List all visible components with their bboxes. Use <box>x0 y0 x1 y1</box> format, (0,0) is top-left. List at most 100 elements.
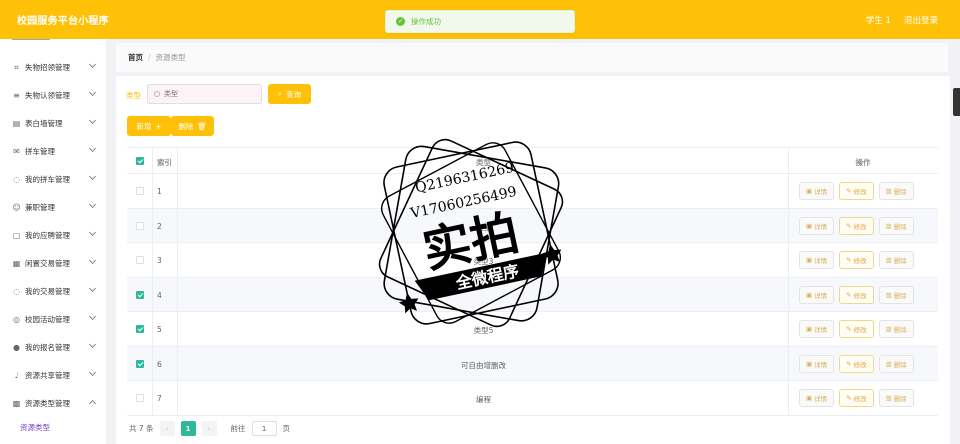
next-page-button[interactable]: › <box>201 421 217 436</box>
edit-button[interactable]: ✎ 修改 <box>839 354 874 373</box>
col-divider <box>788 243 789 277</box>
trash-icon: ▥ <box>885 359 892 368</box>
chevron-down-icon <box>88 256 97 265</box>
header-index: 索引 <box>157 158 172 167</box>
row-index: 4 <box>157 290 162 300</box>
sidebar-item-label: 兼职管理 <box>25 202 55 212</box>
row-checkbox[interactable] <box>136 256 144 264</box>
sidebar-item-parttime[interactable]: ☺ 兼职管理 <box>0 193 106 221</box>
trash-icon: ▥ <box>885 290 892 299</box>
remove-button[interactable]: ▥ 删除 <box>878 182 914 200</box>
row-checkbox[interactable] <box>136 290 144 299</box>
col-divider <box>152 208 153 242</box>
remove-button[interactable]: ▥ 删除 <box>878 251 914 269</box>
row-checkbox[interactable] <box>136 187 144 195</box>
row-checkbox[interactable] <box>136 221 144 230</box>
table-row: 4 ▣ 详情 ✎ 修改 ▥ 删除 <box>127 277 938 312</box>
sidebar-item-label: 我的应聘管理 <box>25 230 70 240</box>
side-drawer-handle[interactable] <box>953 88 960 116</box>
sidebar-item-resource-type[interactable]: ▩ 资源类型管理 <box>0 389 106 417</box>
add-button[interactable]: 新增 + <box>127 116 171 136</box>
sidebar-item-lost-found[interactable]: ⌗ 失物招领管理 <box>0 53 106 81</box>
pagination: 共 7 条 ‹ 1 › 前往 页 <box>129 421 290 436</box>
sidebar-item-my-signup[interactable]: ● 我的报名管理 <box>0 333 106 361</box>
remove-button[interactable]: ▥ 删除 <box>878 320 914 338</box>
sidebar-subitem-resource-type[interactable]: 资源类型 <box>0 416 106 438</box>
edit-label: 修改 <box>853 360 867 369</box>
apps-icon: ▩ <box>12 398 21 408</box>
detail-button[interactable]: ▣ 详情 <box>799 354 835 373</box>
sidebar-item-campus-activity[interactable]: ◎ 校园活动管理 <box>0 305 106 333</box>
table-row: 3 类型3 ▣ 详情 ✎ 修改 ▥ 删除 <box>127 243 938 278</box>
edit-button[interactable]: ✎ 修改 <box>839 182 874 200</box>
search-field[interactable] <box>147 84 262 104</box>
detail-button[interactable]: ▣ 详情 <box>799 251 835 269</box>
remove-button[interactable]: ▥ 删除 <box>878 389 914 407</box>
col-divider <box>152 312 153 346</box>
sidebar-item-idle-trade[interactable]: ▦ 闲置交易管理 <box>0 249 106 277</box>
sidebar-item-my-application[interactable]: ▢ 我的应聘管理 <box>0 221 106 249</box>
detail-button[interactable]: ▣ 详情 <box>799 285 835 304</box>
remove-button[interactable]: ▥ 删除 <box>878 216 914 235</box>
goto-page-input[interactable] <box>251 421 277 436</box>
edit-button[interactable]: ✎ 修改 <box>839 389 874 407</box>
row-type: 类型 <box>476 222 491 232</box>
edit-label: 修改 <box>853 222 867 231</box>
sidebar-item-confession[interactable]: ▤ 表白墙管理 <box>0 109 106 137</box>
detail-label: 详情 <box>814 222 828 231</box>
chevron-up-icon <box>88 399 97 408</box>
detail-button[interactable]: ▣ 详情 <box>799 320 835 338</box>
sidebar-item-my-trade[interactable]: ◌ 我的交易管理 <box>0 277 106 305</box>
current-user[interactable]: 学生 1 <box>866 14 891 26</box>
sidebar-item-claim[interactable]: ≡ 失物认领管理 <box>0 81 106 109</box>
edit-icon: ✎ <box>846 221 852 230</box>
search-input[interactable] <box>164 90 254 98</box>
remove-button[interactable]: ▥ 删除 <box>878 285 914 304</box>
trash-icon: ▥ <box>885 221 892 230</box>
logout-link[interactable]: 退出登录 <box>904 14 938 26</box>
row-checkbox[interactable] <box>136 359 144 368</box>
sidebar-item-carpool[interactable]: ✉ 拼车管理 <box>0 137 106 165</box>
delete-button[interactable]: 删除 🗑 <box>171 116 214 136</box>
goto-label: 前往 <box>230 424 246 433</box>
remove-button[interactable]: ▥ 删除 <box>878 354 914 373</box>
row-actions: ▣ 详情 ✎ 修改 ▥ 删除 <box>799 251 927 269</box>
row-actions: ▣ 详情 ✎ 修改 ▥ 删除 <box>799 354 927 373</box>
mic-icon: ♩ <box>14 370 19 380</box>
edit-button[interactable]: ✎ 修改 <box>839 216 874 235</box>
query-button[interactable]: ⌕ 查询 <box>268 84 311 104</box>
row-checkbox[interactable] <box>136 394 144 402</box>
chevron-down-icon <box>88 284 97 293</box>
chevron-down-icon <box>88 340 97 349</box>
row-checkbox[interactable] <box>136 325 144 333</box>
sidebar-item-resource-share[interactable]: ♩ 资源共享管理 <box>0 361 106 389</box>
col-divider <box>177 277 178 311</box>
edit-button[interactable]: ✎ 修改 <box>839 320 874 338</box>
mail-icon: ✉ <box>13 146 20 156</box>
header-type: 类型 <box>476 158 491 167</box>
detail-button[interactable]: ▣ 详情 <box>799 389 835 407</box>
edit-button[interactable]: ✎ 修改 <box>839 251 874 269</box>
sidebar-item-my-carpool[interactable]: ◌ 我的拼车管理 <box>0 165 106 193</box>
chevron-down-icon <box>88 116 97 125</box>
detail-button[interactable]: ▣ 详情 <box>799 216 835 235</box>
edit-button[interactable]: ✎ 修改 <box>839 285 874 304</box>
row-actions: ▣ 详情 ✎ 修改 ▥ 删除 <box>799 389 927 407</box>
edit-icon: ✎ <box>846 290 852 299</box>
success-toast: ✓ 操作成功 <box>385 10 575 33</box>
breadcrumb-home[interactable]: 首页 <box>128 52 143 63</box>
grid-icon: ▦ <box>12 258 21 268</box>
page-1-button[interactable]: 1 <box>180 421 196 436</box>
file-icon: ▣ <box>806 325 813 333</box>
sidebar-item-label: 资源类型管理 <box>25 398 70 408</box>
select-all-checkbox[interactable] <box>136 157 144 165</box>
prev-page-button[interactable]: ‹ <box>159 421 175 436</box>
table-row: 7 编程 ▣ 详情 ✎ 修改 ▥ 删除 <box>127 381 938 416</box>
detail-button[interactable]: ▣ 详情 <box>799 182 835 200</box>
chat-icon: ◌ <box>13 174 20 184</box>
col-divider <box>152 148 153 173</box>
trash-icon: ▥ <box>885 394 892 402</box>
row-index: 3 <box>157 256 162 265</box>
file-icon: ▣ <box>806 290 813 299</box>
sidebar-item-label: 表白墙管理 <box>25 118 63 128</box>
